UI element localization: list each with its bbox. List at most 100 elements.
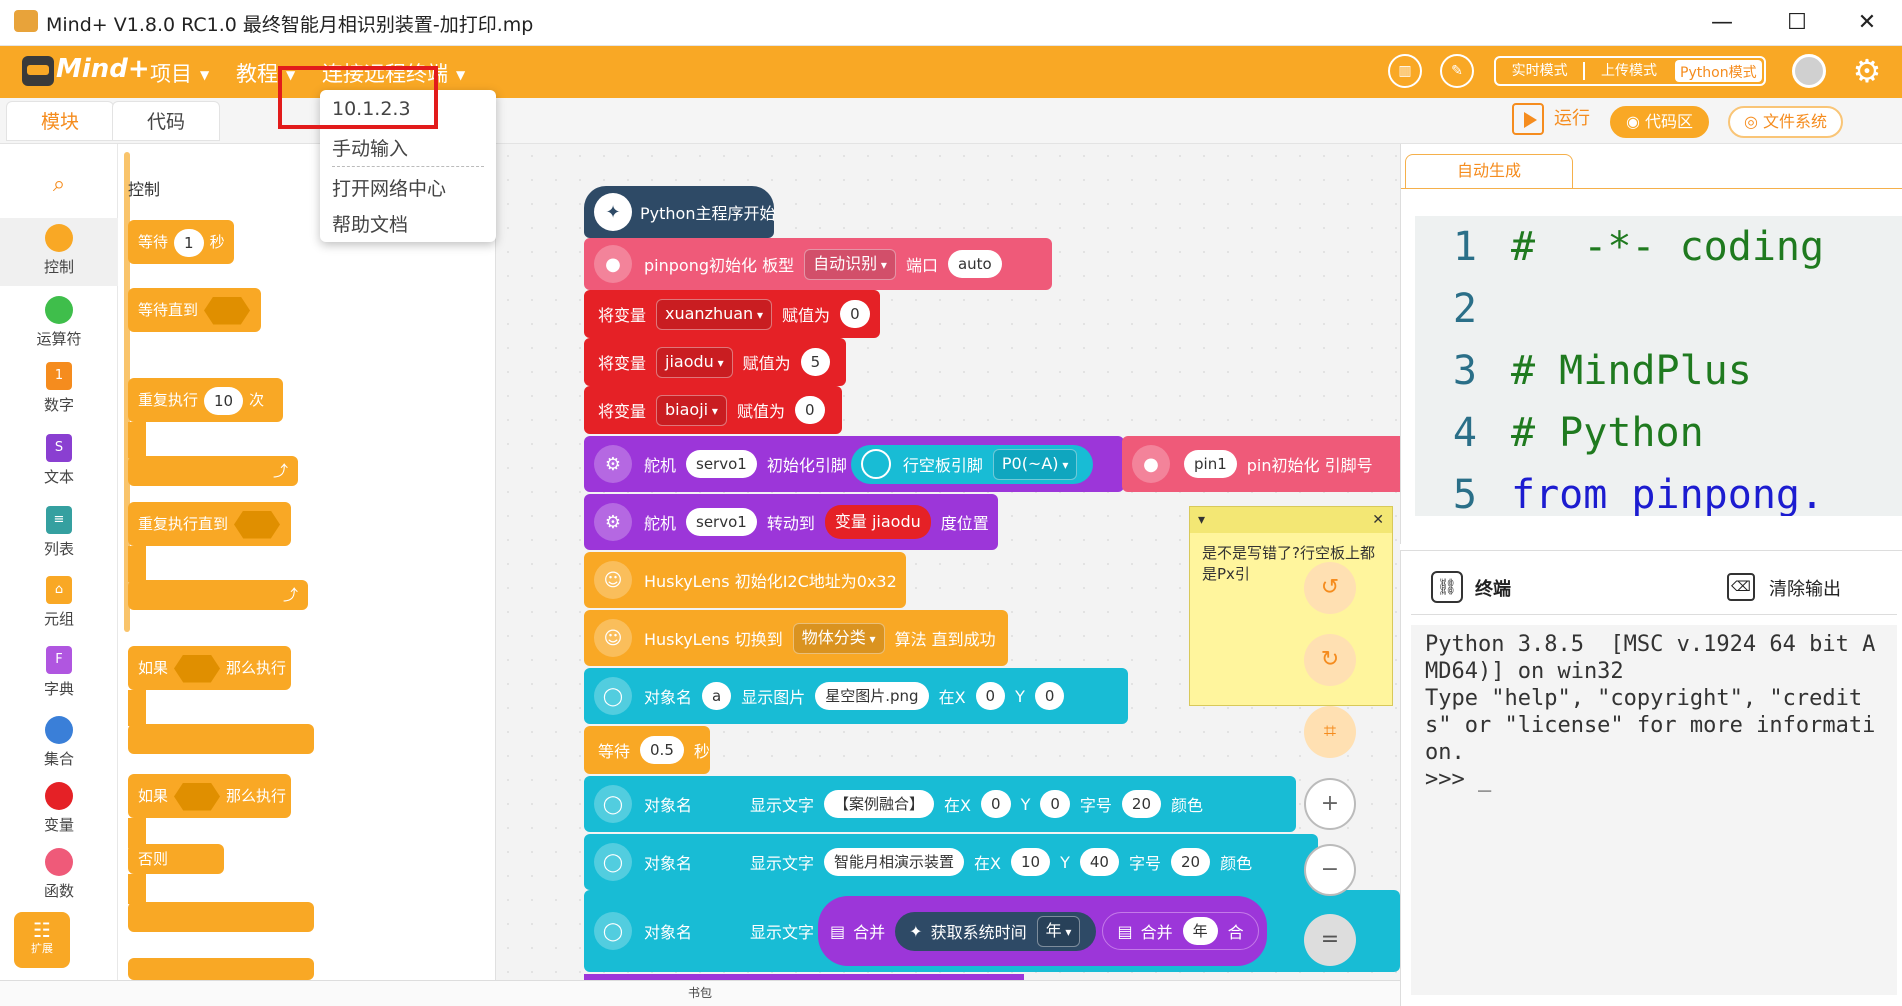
category-control[interactable]: 控制 xyxy=(0,218,118,286)
variable-icon xyxy=(45,782,73,810)
block-wait[interactable]: 等待 0.5 秒 xyxy=(584,726,710,774)
huskylens-icon: ☺ xyxy=(594,619,632,657)
operators-icon xyxy=(45,296,73,324)
run-button[interactable]: 运行 xyxy=(1512,103,1590,135)
block-servo-init[interactable]: ⚙ 舵机 servo1 初始化引脚 行空板引脚 P0(~A) xyxy=(584,436,1124,492)
block-show-text[interactable]: ◯ 对象名 显示文字 【案例融合】 在X 0 Y 0 字号 20 颜色 xyxy=(584,776,1296,832)
mode-switch: 实时模式 上传模式 Python模式 xyxy=(1494,56,1766,86)
block-wait-until[interactable]: 等待直到 xyxy=(128,288,261,332)
loop-arrow-icon: ⤴ xyxy=(128,456,298,486)
python-mode-button[interactable]: Python模式 xyxy=(1674,60,1762,82)
value-input[interactable]: 5 xyxy=(800,348,831,376)
system-time-reporter[interactable]: ✦ 获取系统时间年 xyxy=(895,911,1097,951)
category-tuple[interactable]: ⌂ 元组 xyxy=(0,570,118,629)
chevron-down-icon[interactable]: ▾ xyxy=(1198,512,1205,528)
close-button[interactable]: ✕ xyxy=(1845,6,1889,40)
category-text[interactable]: S 文本 xyxy=(0,428,118,487)
menu-project[interactable]: 项目 ▼ xyxy=(150,58,209,88)
backpack-bar[interactable]: 书包 xyxy=(0,980,1400,1006)
code-line: 1 # -*- coding xyxy=(1452,224,1825,270)
menu-item-help-docs[interactable]: 帮助文档 xyxy=(332,210,408,237)
port-input[interactable]: auto xyxy=(947,250,1002,278)
block-set-variable[interactable]: 将变量xuanzhuan赋值为0 xyxy=(584,290,880,338)
block-repeat[interactable]: 重复执行 10 次 xyxy=(128,378,284,422)
block-show-image[interactable]: ◯ 对象名 a 显示图片 星空图片.png 在X 0 Y 0 xyxy=(584,668,1128,724)
python-logo-icon: ✦ xyxy=(909,921,923,941)
reset-zoom-icon[interactable]: = xyxy=(1304,914,1356,966)
value-input[interactable]: 0 xyxy=(794,396,825,424)
menu-item-open-network-center[interactable]: 打开网络中心 xyxy=(332,174,446,201)
code-line: 3 # MindPlus xyxy=(1452,348,1752,394)
servo-icon: ⚙ xyxy=(594,445,632,483)
dashboard-icon[interactable]: ▥ xyxy=(1388,54,1422,88)
block-show-text[interactable]: ◯ 对象名 显示文字 智能月相演示装置 在X 10 Y 40 字号 20 颜色 xyxy=(584,834,1318,890)
close-icon[interactable]: ✕ xyxy=(1372,507,1384,533)
clipboard-icon: ≡ xyxy=(46,506,72,534)
zoom-out-icon[interactable]: − xyxy=(1304,844,1356,896)
block-set-variable[interactable]: 将变量biaoji赋值为0 xyxy=(584,386,842,434)
tab-auto-generate[interactable]: 自动生成 xyxy=(1405,154,1573,188)
check-circle-icon: ◉ xyxy=(1626,112,1646,131)
edit-icon[interactable]: ✎ xyxy=(1440,54,1474,88)
gear-icon[interactable]: ⚙ xyxy=(1848,52,1886,90)
board-pin-block[interactable]: 行空板引脚 P0(~A) xyxy=(850,444,1094,484)
tab-blocks[interactable]: 模块 xyxy=(6,101,114,141)
code-area-toggle[interactable]: ◉ 代码区 xyxy=(1610,106,1710,138)
pin-dropdown[interactable]: P0(~A) xyxy=(992,448,1078,480)
block-pinpong-init[interactable]: ●pinpong初始化 板型自动识别端口auto xyxy=(584,238,1052,290)
variable-dropdown[interactable]: xuanzhuan xyxy=(656,298,773,330)
block-python-main-start[interactable]: ✦ Python主程序开始 xyxy=(584,186,775,238)
comment-note[interactable]: ▾ ✕ 是不是写错了?行空板上都是Px引 xyxy=(1189,506,1393,706)
block-pin-init[interactable]: ● pin1 pin初始化 引脚号 xyxy=(1122,436,1400,492)
block-if-else[interactable]: 如果 那么执行 xyxy=(128,774,291,818)
block-set-variable[interactable]: 将变量jiaodu赋值为5 xyxy=(584,338,846,386)
algorithm-dropdown[interactable]: 物体分类 xyxy=(792,622,885,654)
category-set[interactable]: 集合 xyxy=(0,710,118,769)
terminal-output[interactable]: Python 3.8.5 [MSC v.1924 64 bit AMD64)] … xyxy=(1411,625,1897,995)
category-variable[interactable]: 变量 xyxy=(0,776,118,835)
radio-icon: ◎ xyxy=(1744,112,1764,131)
category-operators[interactable]: 运算符 xyxy=(0,290,118,349)
eraser-icon[interactable]: ⌫ xyxy=(1727,573,1755,601)
category-list[interactable]: ≡ 列表 xyxy=(0,500,118,559)
text-icon: ▤ xyxy=(1117,921,1133,941)
merge-reporter[interactable]: ▤合并✦获取系统时间年▤合并年合 xyxy=(818,896,1267,966)
variable-dropdown[interactable]: jiaodu xyxy=(656,346,733,378)
minimize-button[interactable]: — xyxy=(1700,6,1744,40)
clear-output-button[interactable]: 清除输出 xyxy=(1769,575,1841,601)
maximize-button[interactable]: ☐ xyxy=(1775,6,1819,40)
block-wait[interactable]: 等待 1 秒 xyxy=(128,220,235,264)
block-workspace[interactable]: ✦Python主程序开始 ●pinpong初始化 板型自动识别端口auto 将变… xyxy=(496,144,1400,980)
block-if-then[interactable]: 如果 那么执行 xyxy=(128,646,291,690)
block-servo-turn[interactable]: ⚙ 舵机 servo1 转动到 变量 jiaodu 度位置 xyxy=(584,494,998,550)
tab-code[interactable]: 代码 xyxy=(112,101,220,141)
upload-mode-button[interactable]: 上传模式 xyxy=(1585,58,1672,84)
category-dict[interactable]: F 字典 xyxy=(0,640,118,699)
unihiker-icon: ◯ xyxy=(594,843,632,881)
block-huskylens-init[interactable]: ☺ HuskyLens 初始化I2C地址为0x32 xyxy=(584,552,906,608)
menu-item-manual-input[interactable]: 手动输入 xyxy=(332,134,408,161)
app-logo-icon xyxy=(14,10,38,32)
extension-button[interactable]: ☷ 扩展 xyxy=(14,912,70,968)
file-system-toggle[interactable]: ◎ 文件系统 xyxy=(1728,106,1844,138)
category-number[interactable]: 1 数字 xyxy=(0,356,118,415)
note-text[interactable]: 是不是写错了?行空板上都是Px引 xyxy=(1190,533,1392,595)
redo-icon[interactable]: ↻ xyxy=(1304,634,1356,686)
code-editor[interactable]: 1 # -*- coding 2 3 # MindPlus 4 # Python 5f… xyxy=(1415,216,1902,516)
lock-icon: ⌂ xyxy=(46,576,72,604)
crop-icon[interactable]: ⌗ xyxy=(1304,706,1356,758)
zoom-in-icon[interactable]: + xyxy=(1304,778,1356,830)
variable-dropdown[interactable]: biaoji xyxy=(656,394,727,426)
value-input[interactable]: 0 xyxy=(840,300,870,328)
variable-reporter[interactable]: 变量 jiaodu xyxy=(824,505,931,539)
block-show-text[interactable]: ◯对象名显示文字▤合并✦获取系统时间年▤合并年合 xyxy=(584,890,1400,972)
realtime-mode-button[interactable]: 实时模式 xyxy=(1496,58,1583,84)
board-type-dropdown[interactable]: 自动识别 xyxy=(804,248,896,280)
user-avatar[interactable] xyxy=(1792,54,1826,88)
undo-icon[interactable]: ↺ xyxy=(1304,562,1356,614)
block-repeat-until[interactable]: 重复执行直到 xyxy=(128,502,291,546)
code-line: 2 xyxy=(1452,286,1477,332)
block-huskylens-switch[interactable]: ☺HuskyLens 切换到物体分类算法 直到成功 xyxy=(584,610,1008,666)
category-function[interactable]: 函数 xyxy=(0,842,118,901)
search-button[interactable]: ⌕ xyxy=(0,172,118,197)
